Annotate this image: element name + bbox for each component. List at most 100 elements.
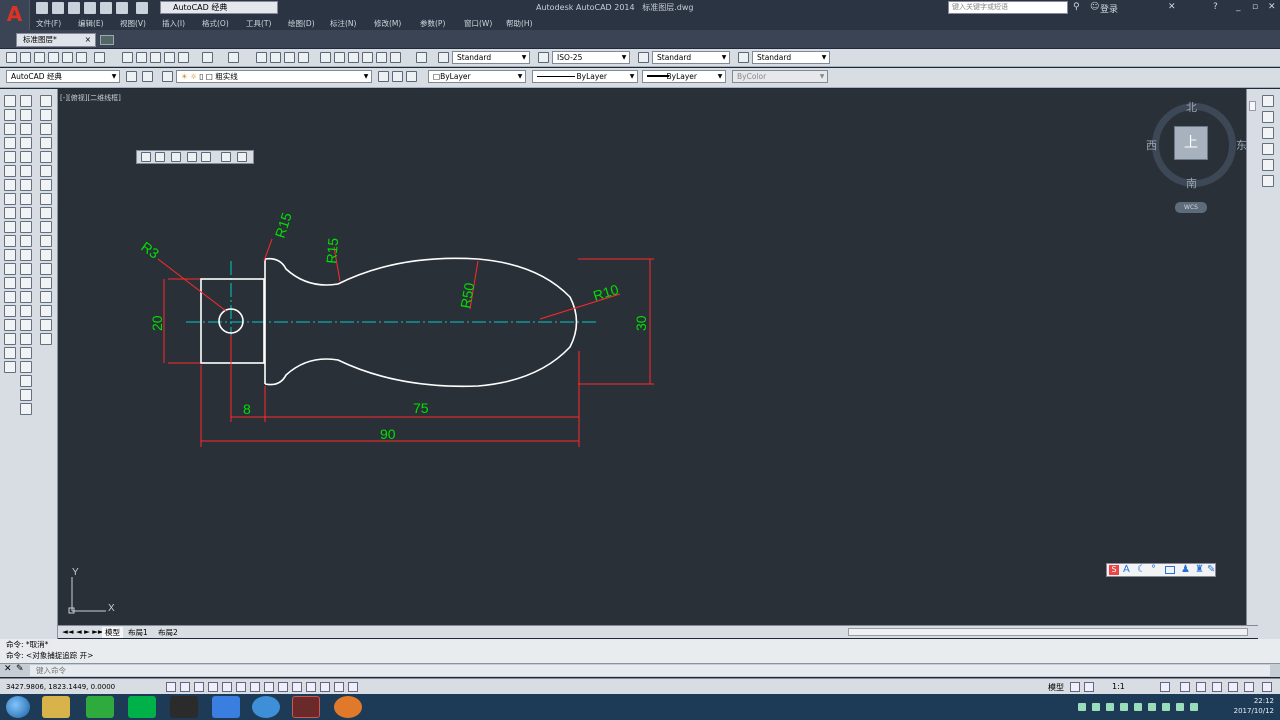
quickcalc-icon[interactable]: [390, 52, 401, 63]
lock-icon[interactable]: [142, 71, 153, 82]
wrench-cmd-icon[interactable]: ✎: [16, 664, 24, 674]
zoom-previous-icon[interactable]: [298, 52, 309, 63]
color-select[interactable]: □ByLayer ▼: [428, 70, 526, 83]
help-tb-icon[interactable]: [416, 52, 427, 63]
dim-text-edit-icon[interactable]: [20, 347, 32, 359]
zoom-realtime-icon[interactable]: [270, 52, 281, 63]
point-icon[interactable]: [4, 277, 16, 289]
dim-edit-icon[interactable]: [20, 333, 32, 345]
iqiyi-icon[interactable]: [128, 696, 156, 718]
tab-layout1[interactable]: 布局1: [128, 627, 148, 638]
search-input[interactable]: 键入关键字或短语: [948, 1, 1068, 14]
revcloud-icon[interactable]: [4, 193, 16, 205]
dim-baseline-icon[interactable]: [20, 221, 32, 233]
dim-break-icon[interactable]: [20, 263, 32, 275]
lineweight-select[interactable]: ByLayer ▼: [642, 70, 726, 83]
quick-view-layouts-icon[interactable]: [1070, 682, 1080, 692]
osnap-icon[interactable]: [222, 682, 232, 692]
tab-model[interactable]: 模型: [102, 627, 123, 638]
moon-icon[interactable]: ☾: [1137, 564, 1146, 575]
table-style-icon[interactable]: [638, 52, 649, 63]
dyn-icon[interactable]: [278, 682, 288, 692]
viewcube-top-face[interactable]: 上: [1174, 126, 1208, 160]
command-input[interactable]: 键入命令: [30, 665, 1270, 676]
menu-modify[interactable]: 修改(M): [374, 18, 401, 29]
markup-icon[interactable]: [376, 52, 387, 63]
redo-tb-icon[interactable]: [228, 52, 239, 63]
annotation-scale[interactable]: 1:1: [1112, 682, 1125, 691]
viewcube-north[interactable]: 北: [1186, 99, 1197, 115]
wechat-icon[interactable]: [86, 696, 114, 718]
quick-view-drawings-icon[interactable]: [1084, 682, 1094, 692]
spline-icon[interactable]: [4, 207, 16, 219]
ellipse-arc-icon[interactable]: [4, 235, 16, 247]
video-editor-icon[interactable]: [170, 696, 198, 718]
otrack-icon[interactable]: [250, 682, 260, 692]
paste-icon[interactable]: [150, 52, 161, 63]
mtext-icon[interactable]: [4, 347, 16, 359]
linetype-select[interactable]: ByLayer ▼: [532, 70, 638, 83]
jogged-linear-icon[interactable]: [20, 319, 32, 331]
cut-icon[interactable]: [122, 52, 133, 63]
tool-palettes-icon[interactable]: [348, 52, 359, 63]
chamfer-icon[interactable]: [40, 291, 52, 303]
shirt-icon[interactable]: ♜: [1195, 564, 1204, 575]
polar-icon[interactable]: [208, 682, 218, 692]
autocad-taskbar-icon[interactable]: [292, 696, 320, 718]
keyboard-icon[interactable]: [1165, 566, 1175, 574]
ellipse-icon[interactable]: [4, 221, 16, 233]
workspace-switch-icon[interactable]: [1180, 682, 1190, 692]
join-icon[interactable]: [40, 277, 52, 289]
qnew-icon[interactable]: [6, 52, 17, 63]
clean-screen-icon[interactable]: [1262, 682, 1272, 692]
am-icon[interactable]: [348, 682, 358, 692]
copy-icon[interactable]: [136, 52, 147, 63]
dim-space-icon[interactable]: [20, 249, 32, 261]
showmotion-icon[interactable]: [1262, 159, 1274, 171]
file-tab-close-icon[interactable]: ×: [85, 34, 91, 46]
user-icon[interactable]: ☺: [1090, 2, 1099, 12]
dim-jogged-icon[interactable]: [20, 165, 32, 177]
construction-line-icon[interactable]: [4, 109, 16, 121]
insert-block-icon[interactable]: [4, 249, 16, 261]
copy-object-icon[interactable]: [40, 109, 52, 121]
annotation-visibility-icon[interactable]: [1160, 682, 1170, 692]
properties-icon[interactable]: [320, 52, 331, 63]
menu-edit[interactable]: 编辑(E): [78, 18, 104, 29]
dim-update-icon[interactable]: [20, 361, 32, 373]
network-icon[interactable]: [1148, 703, 1156, 711]
save-icon[interactable]: [68, 2, 80, 14]
binoculars-icon[interactable]: ⚲: [1073, 2, 1080, 12]
pan-icon[interactable]: [256, 52, 267, 63]
isolate-objects-icon[interactable]: [1228, 682, 1238, 692]
dim-radius-icon[interactable]: [20, 151, 32, 163]
tray-icon-1[interactable]: [1078, 703, 1086, 711]
save-as-icon[interactable]: [84, 2, 96, 14]
menu-dimension[interactable]: 标注(N): [330, 18, 356, 29]
make-block-icon[interactable]: [4, 263, 16, 275]
person-icon[interactable]: ♟: [1181, 564, 1190, 575]
move-icon[interactable]: [40, 165, 52, 177]
text-style-select[interactable]: Standard ▼: [452, 51, 530, 64]
grid-icon[interactable]: [180, 682, 190, 692]
new-tab-icon[interactable]: [100, 35, 114, 45]
mleader-style-icon[interactable]: [738, 52, 749, 63]
dim-style-panel-icon[interactable]: [20, 375, 32, 387]
nav-options-icon[interactable]: [1262, 175, 1274, 187]
ortho-icon[interactable]: [194, 682, 204, 692]
tray-icon-2[interactable]: [1092, 703, 1100, 711]
zoom-window-icon[interactable]: [284, 52, 295, 63]
erase-icon[interactable]: [40, 95, 52, 107]
tray-icon-3[interactable]: [1106, 703, 1114, 711]
extend-icon[interactable]: [40, 235, 52, 247]
start-button[interactable]: [6, 696, 30, 718]
viewcube-south[interactable]: 南: [1186, 175, 1197, 191]
table-style-select[interactable]: Standard ▼: [652, 51, 730, 64]
menu-parametric[interactable]: 参数(P): [420, 18, 445, 29]
sogou-icon[interactable]: S: [1109, 565, 1119, 575]
trim-icon[interactable]: [40, 221, 52, 233]
offset-icon[interactable]: [40, 137, 52, 149]
stretch-icon[interactable]: [40, 207, 52, 219]
menu-file[interactable]: 文件(F): [36, 18, 61, 29]
redo-icon[interactable]: [136, 2, 148, 14]
